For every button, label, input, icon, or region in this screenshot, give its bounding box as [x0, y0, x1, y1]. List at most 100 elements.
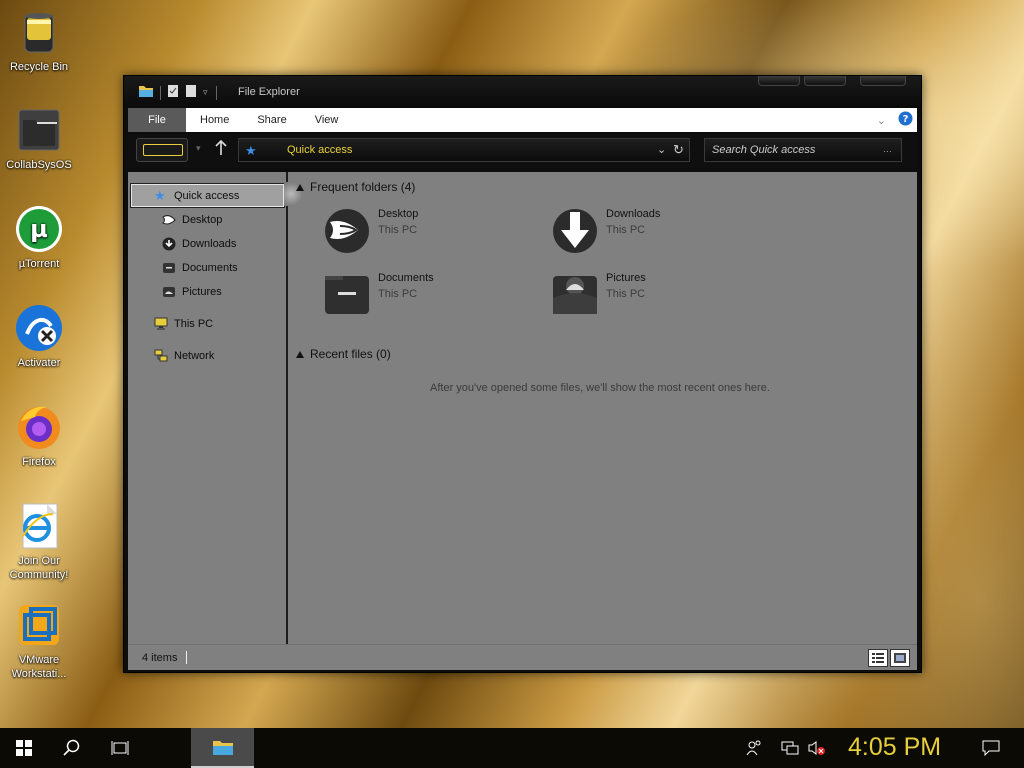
network-tray-button[interactable]	[776, 728, 804, 768]
nav-item-label: Network	[174, 350, 215, 362]
desktop-icon-utorrent[interactable]: µ µTorrent	[4, 205, 74, 271]
address-bar[interactable]: ★ Quick access ⌄ ↻	[238, 138, 690, 162]
maximize-button[interactable]	[804, 76, 846, 86]
nav-item-documents[interactable]: Documents	[162, 261, 238, 275]
properties-icon[interactable]	[167, 84, 179, 101]
tab-file[interactable]: File	[128, 108, 186, 132]
people-icon	[746, 740, 761, 756]
volume-button[interactable]	[804, 728, 830, 768]
content-area: ★ Quick access Desktop Downloads Documen…	[128, 172, 917, 644]
desktop-icon-label: Join Our Community!	[9, 555, 69, 581]
section-title: Recent files (0)	[310, 347, 391, 361]
close-button[interactable]	[860, 76, 906, 86]
recent-files-header[interactable]: Recent files (0)	[296, 347, 391, 361]
collapse-icon	[296, 183, 304, 191]
nav-item-downloads[interactable]: Downloads	[162, 237, 236, 251]
download-icon	[552, 208, 598, 254]
nav-item-this-pc[interactable]: This PC	[154, 317, 213, 331]
frequent-folders-header[interactable]: Frequent folders (4)	[296, 180, 415, 194]
nav-item-desktop[interactable]: Desktop	[162, 213, 222, 227]
taskbar: 4:05 PM	[0, 728, 1024, 768]
ribbon-tabs: File Home Share View ⌄ ?	[128, 108, 917, 132]
notification-icon	[982, 740, 1000, 756]
search-icon	[63, 739, 80, 756]
nav-item-label: This PC	[174, 318, 214, 330]
nav-item-pictures[interactable]: Pictures	[162, 285, 222, 299]
folder-location: This PC	[606, 224, 646, 236]
windows-icon	[16, 740, 32, 756]
navigation-bar: ▾ ★ Quick access ⌄ ↻ Search Quick access…	[128, 134, 917, 168]
address-text: Quick access	[287, 144, 353, 156]
desktop-icon	[162, 213, 176, 227]
title-bar[interactable]: ▿ File Explorer	[124, 76, 921, 108]
nav-item-quick-access[interactable]: ★ Quick access	[154, 189, 239, 203]
tab-view[interactable]: View	[301, 108, 353, 132]
nav-item-label: Pictures	[182, 286, 222, 298]
svg-text:µ: µ	[30, 215, 48, 243]
taskbar-clock[interactable]: 4:05 PM	[848, 733, 941, 762]
desktop-icon-label: Activater	[17, 357, 61, 369]
tab-share[interactable]: Share	[243, 108, 300, 132]
recycle-bin-icon	[15, 8, 63, 56]
desktop-icon-recycle-bin[interactable]: Recycle Bin	[4, 8, 74, 74]
taskbar-file-explorer[interactable]	[191, 728, 254, 768]
help-icon[interactable]: ?	[898, 111, 913, 129]
network-icon	[781, 741, 799, 755]
folder-tile-pictures[interactable]: Pictures This PC	[552, 272, 646, 318]
task-view-button[interactable]	[96, 728, 144, 768]
minimize-button[interactable]	[758, 76, 800, 86]
search-placeholder: Search Quick access	[712, 144, 816, 156]
item-count: 4 items	[142, 652, 178, 664]
document-icon	[162, 261, 176, 275]
desktop-icon-activater[interactable]: Activater	[4, 304, 74, 370]
download-icon	[162, 237, 176, 251]
people-button[interactable]	[732, 728, 776, 768]
folder-name: Pictures	[606, 272, 646, 284]
tab-home[interactable]: Home	[186, 108, 243, 132]
desktop-icon-collabsysos[interactable]: CollabSysOS	[4, 106, 74, 172]
vmware-icon	[15, 601, 63, 649]
search-button[interactable]	[48, 728, 96, 768]
details-view-button[interactable]	[868, 649, 888, 667]
file-explorer-window: ▿ File Explorer File Home Share View ⌄ ?…	[123, 75, 922, 673]
window-title: File Explorer	[238, 86, 300, 98]
recent-locations-icon[interactable]: ▾	[196, 143, 201, 154]
folder-tile-downloads[interactable]: Downloads This PC	[552, 208, 660, 254]
folder-tile-desktop[interactable]: Desktop This PC	[324, 208, 418, 254]
recent-files-empty-message: After you've opened some files, we'll sh…	[430, 382, 770, 394]
section-title: Frequent folders (4)	[310, 180, 416, 194]
task-view-icon	[111, 741, 129, 755]
folder-name: Downloads	[606, 208, 661, 220]
refresh-icon[interactable]: ↻	[673, 142, 684, 158]
folder-icon	[212, 741, 233, 755]
picture-icon	[552, 272, 598, 318]
desktop-icon-label: Firefox	[22, 456, 56, 468]
address-dropdown-icon[interactable]: ⌄	[657, 143, 666, 156]
volume-muted-icon	[808, 741, 825, 755]
desktop-icon-label: VMware Workstati...	[11, 654, 67, 680]
activater-icon	[15, 304, 63, 352]
search-icon[interactable]: …	[883, 144, 892, 154]
expand-ribbon-icon[interactable]: ⌄	[877, 114, 886, 127]
folder-tile-documents[interactable]: Documents This PC	[324, 272, 434, 318]
back-forward-buttons[interactable]	[136, 138, 188, 162]
nav-item-network[interactable]: Network	[154, 349, 214, 363]
desktop-icon-label: CollabSysOS	[6, 159, 72, 171]
action-center-button[interactable]	[968, 728, 1014, 768]
large-icons-view-button[interactable]	[890, 649, 910, 667]
nav-item-label: Downloads	[182, 238, 237, 250]
search-input[interactable]: Search Quick access …	[704, 138, 902, 162]
start-button[interactable]	[0, 728, 48, 768]
up-arrow-icon[interactable]	[214, 139, 228, 159]
nav-item-label: Desktop	[182, 214, 223, 226]
chevron-down-icon[interactable]: ▿	[203, 87, 208, 98]
desktop-icon-join-community[interactable]: Join Our Community!	[4, 502, 74, 582]
desktop-icon-vmware[interactable]: VMware Workstati...	[4, 601, 74, 681]
new-folder-icon[interactable]	[185, 84, 197, 101]
desktop-icon-firefox[interactable]: Firefox	[4, 403, 74, 469]
folder-location: This PC	[378, 288, 418, 300]
firefox-icon	[15, 403, 63, 451]
status-divider	[186, 651, 187, 664]
picture-icon	[162, 285, 176, 299]
svg-text:?: ?	[903, 114, 909, 125]
